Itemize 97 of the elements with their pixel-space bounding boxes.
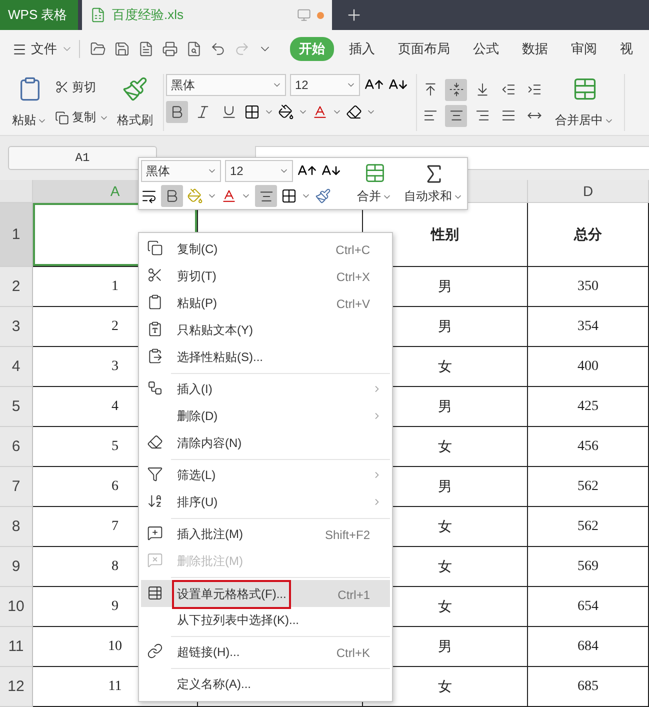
table-cell: 456 [528, 427, 649, 467]
align-bottom-icon [474, 82, 490, 97]
app-tab[interactable]: WPS 表格 [0, 0, 78, 30]
monitor-icon [297, 8, 311, 22]
table-cell: 569 [528, 547, 649, 587]
row-header[interactable]: 2 [0, 267, 33, 307]
document-icon[interactable] [138, 41, 154, 57]
row-header[interactable]: 11 [0, 627, 33, 667]
merge-cells-icon [364, 162, 386, 184]
wrap-text-icon [141, 188, 157, 204]
paintbrush-icon [315, 188, 331, 204]
spreadsheet-icon [90, 7, 106, 23]
align-top-icon [422, 82, 438, 97]
clipboard-icon [147, 294, 163, 310]
table-cell: 684 [528, 627, 649, 667]
row-header[interactable]: 8 [0, 507, 33, 547]
fill-color-icon [187, 188, 203, 204]
sort-icon [147, 493, 163, 509]
row-header[interactable]: 4 [0, 347, 33, 387]
italic-icon [195, 104, 211, 120]
borders-icon [281, 188, 297, 204]
borders-icon [244, 104, 260, 120]
align-center-button[interactable] [255, 185, 277, 207]
merge-cells-icon [572, 76, 598, 102]
paste-button[interactable]: 粘贴 [10, 74, 49, 131]
font-color-icon [221, 188, 237, 204]
link-icon [147, 643, 163, 659]
align-left-icon [422, 108, 438, 123]
copy-button[interactable]: 复制 [55, 109, 109, 126]
font-size-select[interactable]: 12 [225, 160, 293, 182]
underline-icon [221, 104, 237, 120]
copy-icon [147, 240, 163, 256]
print-preview-icon[interactable] [186, 41, 202, 57]
ribbon-tab[interactable]: 页面布局 [398, 37, 450, 61]
font-color-icon [312, 104, 328, 120]
table-cell: 425 [528, 387, 649, 427]
outdent-icon [500, 82, 516, 97]
format-painter-button[interactable]: 格式刷 [115, 74, 155, 131]
table-cell: 562 [528, 507, 649, 547]
comment-delete-icon [147, 552, 163, 568]
align-center-icon [258, 188, 274, 204]
ribbon-tab[interactable]: 视 [620, 37, 633, 61]
eraser-icon [147, 434, 163, 450]
font-select[interactable]: 黑体 [166, 74, 286, 96]
menu-item[interactable]: 设置单元格格式(F)... Ctrl+1 [141, 580, 390, 607]
column-header[interactable]: D [528, 180, 649, 203]
align-middle-icon [448, 82, 464, 97]
font-size-select[interactable]: 12 [290, 74, 360, 96]
row-header[interactable]: 7 [0, 467, 33, 507]
table-cell: 562 [528, 467, 649, 507]
align-right-icon [474, 108, 490, 123]
scissors-icon [147, 267, 163, 283]
row-header[interactable]: 1 [0, 203, 33, 267]
insert-icon [147, 380, 163, 396]
bold-button[interactable] [166, 101, 188, 123]
table-cell: 350 [528, 267, 649, 307]
scissors-icon [55, 80, 69, 94]
filter-icon [147, 466, 163, 482]
row-header[interactable]: 3 [0, 307, 33, 347]
table-cell: 654 [528, 587, 649, 627]
row-header[interactable]: 5 [0, 387, 33, 427]
indent-icon [526, 82, 542, 97]
cut-button[interactable]: 剪切 [55, 78, 109, 96]
menu-icon [12, 42, 27, 56]
clipboard-icon [147, 348, 163, 364]
table-cell: 354 [528, 307, 649, 347]
table-cell: 685 [528, 667, 649, 707]
table-icon [147, 585, 163, 601]
ribbon-tab[interactable]: 插入 [349, 37, 375, 61]
document-title: 百度经验.xls [112, 6, 184, 24]
printer-icon[interactable] [162, 41, 178, 57]
comment-add-icon [147, 525, 163, 541]
align-button[interactable] [445, 104, 467, 126]
row-header[interactable]: 12 [0, 667, 33, 707]
copy-icon [55, 110, 69, 125]
bold-button[interactable] [161, 185, 183, 207]
table-cell: 400 [528, 347, 649, 387]
ribbon-tab[interactable]: 审阅 [571, 37, 597, 61]
merge-center-button[interactable]: 合并居中 [553, 74, 616, 131]
row-header[interactable]: 6 [0, 427, 33, 467]
ribbon-tab[interactable]: 公式 [473, 37, 499, 61]
clipboard-text-icon [147, 321, 163, 337]
row-header[interactable]: 9 [0, 547, 33, 587]
align-center-icon [448, 108, 464, 123]
font-select[interactable]: 黑体 [141, 160, 221, 182]
row-header[interactable]: 10 [0, 587, 33, 627]
undo-icon[interactable] [210, 41, 226, 57]
align-button[interactable] [445, 78, 467, 100]
file-menu[interactable]: 文件 [12, 40, 80, 58]
save-icon[interactable] [114, 41, 130, 57]
eraser-icon [346, 104, 362, 120]
paintbrush-icon [122, 76, 148, 102]
open-folder-icon[interactable] [90, 41, 106, 57]
fill-color-icon [278, 104, 294, 120]
ribbon-tab[interactable]: 数据 [522, 37, 548, 61]
table-cell: 总分 [528, 203, 649, 267]
align-justify-icon [500, 108, 516, 123]
